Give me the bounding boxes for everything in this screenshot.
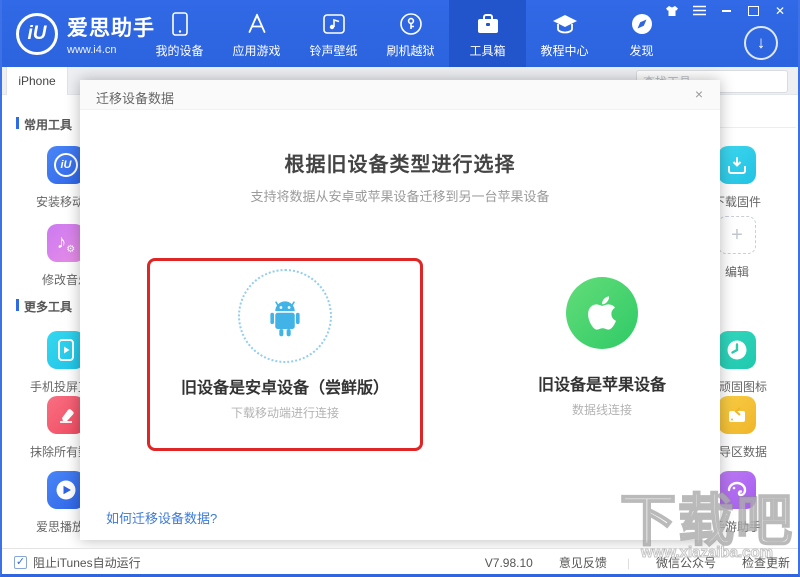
apple-option-label: 旧设备是苹果设备 bbox=[452, 371, 752, 395]
option-apple-device[interactable]: 旧设备是苹果设备 数据线连接 bbox=[452, 258, 752, 451]
nav-app-games[interactable]: 应用游戏 bbox=[218, 0, 295, 67]
download-firmware-icon bbox=[718, 146, 756, 184]
game-helper-icon bbox=[718, 471, 756, 509]
nav-label: 我的设备 bbox=[155, 42, 203, 59]
tutorial-icon bbox=[552, 11, 578, 37]
dialog-subheading: 支持将数据从安卓或苹果设备迁移到另一台苹果设备 bbox=[80, 186, 720, 205]
nav-label: 发现 bbox=[629, 42, 653, 59]
wechat-link[interactable]: 微信公众号 bbox=[656, 554, 716, 571]
close-icon[interactable]: ✕ bbox=[772, 4, 788, 17]
android-option-sublabel: 下载移动端进行连接 bbox=[150, 404, 420, 421]
nav-tutorial-center[interactable]: 教程中心 bbox=[526, 0, 603, 67]
how-to-migrate-link[interactable]: 如何迁移设备数据? bbox=[106, 508, 217, 527]
divider: | bbox=[627, 556, 630, 570]
minimize-icon[interactable] bbox=[718, 4, 734, 17]
dialog-close-icon[interactable]: × bbox=[690, 86, 708, 102]
option-android-device[interactable]: 旧设备是安卓设备（尝鲜版） 下载移动端进行连接 bbox=[147, 258, 423, 451]
section-more-tools: 更多工具 bbox=[16, 298, 72, 315]
nav-label: 应用游戏 bbox=[232, 42, 280, 59]
nav-ringtone-wallpaper[interactable]: 铃声壁纸 bbox=[295, 0, 372, 67]
migrate-data-dialog: 迁移设备数据 × 根据旧设备类型进行选择 支持将数据从安卓或苹果设备迁移到另一台… bbox=[80, 80, 720, 540]
nav-toolbox[interactable]: 工具箱 bbox=[449, 0, 526, 67]
dialog-header: 迁移设备数据 × bbox=[80, 80, 720, 110]
status-bar: ✓ 阻止iTunes自动运行 V7.98.10 意见反馈 | 微信公众号 检查更… bbox=[2, 548, 800, 574]
checkbox-label: 阻止iTunes自动运行 bbox=[33, 554, 141, 571]
nav-label: 教程中心 bbox=[540, 42, 588, 59]
maximize-icon[interactable] bbox=[745, 4, 761, 17]
download-manager-button[interactable]: ↓ bbox=[744, 26, 778, 60]
app-window: iU 爱思助手 www.i4.cn 我的设备 应用游戏 bbox=[0, 0, 800, 577]
section-common-tools: 常用工具 bbox=[16, 116, 72, 133]
tab-iphone[interactable]: iPhone bbox=[6, 67, 68, 95]
nav-label: 工具箱 bbox=[469, 42, 505, 59]
version-text: V7.98.10 bbox=[485, 556, 533, 570]
edit-plus-icon: + bbox=[718, 216, 756, 254]
dialog-title: 迁移设备数据 bbox=[96, 88, 174, 107]
nav-label: 铃声壁纸 bbox=[309, 42, 357, 59]
theme-icon[interactable] bbox=[664, 4, 680, 17]
nav-my-device[interactable]: 我的设备 bbox=[141, 0, 218, 67]
apple-icon bbox=[566, 277, 638, 349]
nav-label: 刷机越狱 bbox=[386, 42, 434, 59]
checkbox-check-icon: ✓ bbox=[14, 556, 27, 569]
ringtone-wallpaper-icon bbox=[322, 11, 346, 37]
window-controls: ✕ bbox=[664, 4, 788, 17]
download-arrow-icon: ↓ bbox=[757, 33, 766, 53]
toolbox-icon bbox=[476, 11, 500, 37]
menu-icon[interactable] bbox=[691, 4, 707, 17]
my-device-icon bbox=[171, 11, 189, 37]
flash-jailbreak-icon bbox=[399, 11, 423, 37]
android-icon bbox=[238, 269, 332, 363]
android-option-label: 旧设备是安卓设备（尝鲜版） bbox=[150, 374, 420, 398]
block-itunes-checkbox[interactable]: ✓ 阻止iTunes自动运行 bbox=[14, 554, 141, 571]
check-update-link[interactable]: 检查更新 bbox=[742, 554, 790, 571]
dialog-heading: 根据旧设备类型进行选择 bbox=[80, 148, 720, 177]
discover-icon bbox=[630, 11, 654, 37]
feedback-link[interactable]: 意见反馈 bbox=[559, 554, 607, 571]
logo-icon: iU bbox=[16, 13, 58, 55]
app-logo: iU 爱思助手 www.i4.cn bbox=[16, 12, 155, 56]
app-games-icon bbox=[245, 11, 269, 37]
apple-option-sublabel: 数据线连接 bbox=[452, 401, 752, 418]
nav-flash-jailbreak[interactable]: 刷机越狱 bbox=[372, 0, 449, 67]
main-nav: 我的设备 应用游戏 铃声壁纸 刷机越狱 bbox=[141, 0, 680, 67]
